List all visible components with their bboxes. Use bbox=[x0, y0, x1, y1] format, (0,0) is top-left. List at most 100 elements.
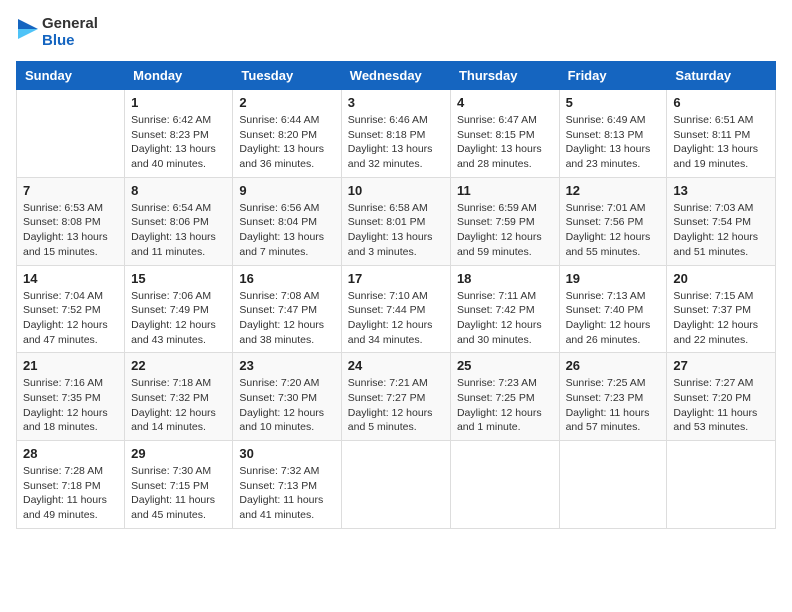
day-number: 15 bbox=[131, 271, 226, 286]
day-number: 10 bbox=[348, 183, 444, 198]
day-info: Sunrise: 7:32 AM Sunset: 7:13 PM Dayligh… bbox=[239, 464, 334, 523]
day-number: 23 bbox=[239, 358, 334, 373]
day-info: Sunrise: 7:18 AM Sunset: 7:32 PM Dayligh… bbox=[131, 376, 226, 435]
day-info: Sunrise: 6:42 AM Sunset: 8:23 PM Dayligh… bbox=[131, 113, 226, 172]
calendar-cell: 16Sunrise: 7:08 AM Sunset: 7:47 PM Dayli… bbox=[233, 265, 341, 353]
calendar-cell: 9 Sunrise: 6:56 AM Sunset: 8:04 PM Daylig… bbox=[233, 177, 341, 265]
day-number: 18 bbox=[457, 271, 553, 286]
calendar-body: 1 Sunrise: 6:42 AM Sunset: 8:23 PM Daylig… bbox=[17, 90, 776, 529]
calendar-cell: 27 Sunrise: 7:27 AM Sunset: 7:20 PM Dayli… bbox=[667, 353, 776, 441]
calendar-cell: 8Sunrise: 6:54 AM Sunset: 8:06 PM Daylig… bbox=[125, 177, 233, 265]
day-number: 30 bbox=[239, 446, 334, 461]
weekday-header-sunday: Sunday bbox=[17, 62, 125, 90]
calendar-cell: 4 Sunrise: 6:47 AM Sunset: 8:15 PM Daylig… bbox=[450, 90, 559, 178]
day-info: Sunrise: 6:59 AM Sunset: 7:59 PM Dayligh… bbox=[457, 201, 553, 260]
day-number: 7 bbox=[23, 183, 118, 198]
calendar-header: SundayMondayTuesdayWednesdayThursdayFrid… bbox=[17, 62, 776, 90]
day-number: 9 bbox=[239, 183, 334, 198]
day-number: 6 bbox=[673, 95, 769, 110]
day-number: 4 bbox=[457, 95, 553, 110]
day-info: Sunrise: 6:54 AM Sunset: 8:06 PM Dayligh… bbox=[131, 201, 226, 260]
day-number: 28 bbox=[23, 446, 118, 461]
day-number: 14 bbox=[23, 271, 118, 286]
day-number: 22 bbox=[131, 358, 226, 373]
week-row-2: 7 Sunrise: 6:53 AM Sunset: 8:08 PM Daylig… bbox=[17, 177, 776, 265]
calendar-cell: 10 Sunrise: 6:58 AM Sunset: 8:01 PM Dayli… bbox=[341, 177, 450, 265]
calendar-cell: 12 Sunrise: 7:01 AM Sunset: 7:56 PM Dayli… bbox=[559, 177, 667, 265]
weekday-header-row: SundayMondayTuesdayWednesdayThursdayFrid… bbox=[17, 62, 776, 90]
calendar-cell: 5 Sunrise: 6:49 AM Sunset: 8:13 PM Daylig… bbox=[559, 90, 667, 178]
weekday-header-thursday: Thursday bbox=[450, 62, 559, 90]
weekday-header-friday: Friday bbox=[559, 62, 667, 90]
calendar-cell: 3 Sunrise: 6:46 AM Sunset: 8:18 PM Daylig… bbox=[341, 90, 450, 178]
calendar-cell bbox=[450, 441, 559, 529]
day-info: Sunrise: 7:25 AM Sunset: 7:23 PM Dayligh… bbox=[566, 376, 661, 435]
page-header: GeneralBlue bbox=[16, 16, 776, 49]
day-info: Sunrise: 6:46 AM Sunset: 8:18 PM Dayligh… bbox=[348, 113, 444, 172]
calendar-cell bbox=[17, 90, 125, 178]
day-number: 16 bbox=[239, 271, 334, 286]
week-row-1: 1 Sunrise: 6:42 AM Sunset: 8:23 PM Daylig… bbox=[17, 90, 776, 178]
calendar-cell: 24 Sunrise: 7:21 AM Sunset: 7:27 PM Dayli… bbox=[341, 353, 450, 441]
day-info: Sunrise: 7:23 AM Sunset: 7:25 PM Dayligh… bbox=[457, 376, 553, 435]
calendar-cell: 22 Sunrise: 7:18 AM Sunset: 7:32 PM Dayli… bbox=[125, 353, 233, 441]
day-info: Sunrise: 7:01 AM Sunset: 7:56 PM Dayligh… bbox=[566, 201, 661, 260]
day-info: Sunrise: 7:30 AM Sunset: 7:15 PM Dayligh… bbox=[131, 464, 226, 523]
calendar-cell: 15 Sunrise: 7:06 AM Sunset: 7:49 PM Dayli… bbox=[125, 265, 233, 353]
day-info: Sunrise: 6:44 AM Sunset: 8:20 PM Dayligh… bbox=[239, 113, 334, 172]
day-number: 27 bbox=[673, 358, 769, 373]
day-info: Sunrise: 7:03 AM Sunset: 7:54 PM Dayligh… bbox=[673, 201, 769, 260]
day-number: 29 bbox=[131, 446, 226, 461]
logo-text: GeneralBlue bbox=[42, 16, 98, 49]
day-number: 20 bbox=[673, 271, 769, 286]
day-number: 1 bbox=[131, 95, 226, 110]
day-info: Sunrise: 7:10 AM Sunset: 7:44 PM Dayligh… bbox=[348, 289, 444, 348]
calendar-cell bbox=[667, 441, 776, 529]
day-number: 3 bbox=[348, 95, 444, 110]
day-info: Sunrise: 7:06 AM Sunset: 7:49 PM Dayligh… bbox=[131, 289, 226, 348]
week-row-5: 28 Sunrise: 7:28 AM Sunset: 7:18 PM Dayli… bbox=[17, 441, 776, 529]
calendar-cell bbox=[559, 441, 667, 529]
day-number: 13 bbox=[673, 183, 769, 198]
calendar-cell: 26 Sunrise: 7:25 AM Sunset: 7:23 PM Dayli… bbox=[559, 353, 667, 441]
day-info: Sunrise: 7:28 AM Sunset: 7:18 PM Dayligh… bbox=[23, 464, 118, 523]
day-info: Sunrise: 6:53 AM Sunset: 8:08 PM Dayligh… bbox=[23, 201, 118, 260]
calendar-cell: 13 Sunrise: 7:03 AM Sunset: 7:54 PM Dayli… bbox=[667, 177, 776, 265]
day-number: 17 bbox=[348, 271, 444, 286]
calendar-cell: 17 Sunrise: 7:10 AM Sunset: 7:44 PM Dayli… bbox=[341, 265, 450, 353]
day-info: Sunrise: 7:16 AM Sunset: 7:35 PM Dayligh… bbox=[23, 376, 118, 435]
calendar-cell: 25 Sunrise: 7:23 AM Sunset: 7:25 PM Dayli… bbox=[450, 353, 559, 441]
day-info: Sunrise: 6:47 AM Sunset: 8:15 PM Dayligh… bbox=[457, 113, 553, 172]
day-info: Sunrise: 6:49 AM Sunset: 8:13 PM Dayligh… bbox=[566, 113, 661, 172]
day-info: Sunrise: 7:13 AM Sunset: 7:40 PM Dayligh… bbox=[566, 289, 661, 348]
day-number: 26 bbox=[566, 358, 661, 373]
weekday-header-tuesday: Tuesday bbox=[233, 62, 341, 90]
day-number: 11 bbox=[457, 183, 553, 198]
day-number: 2 bbox=[239, 95, 334, 110]
day-number: 21 bbox=[23, 358, 118, 373]
calendar-cell: 11 Sunrise: 6:59 AM Sunset: 7:59 PM Dayli… bbox=[450, 177, 559, 265]
day-info: Sunrise: 6:56 AM Sunset: 8:04 PM Dayligh… bbox=[239, 201, 334, 260]
day-info: Sunrise: 7:20 AM Sunset: 7:30 PM Dayligh… bbox=[239, 376, 334, 435]
day-info: Sunrise: 7:21 AM Sunset: 7:27 PM Dayligh… bbox=[348, 376, 444, 435]
calendar-cell: 28 Sunrise: 7:28 AM Sunset: 7:18 PM Dayli… bbox=[17, 441, 125, 529]
day-info: Sunrise: 7:04 AM Sunset: 7:52 PM Dayligh… bbox=[23, 289, 118, 348]
calendar-cell: 7 Sunrise: 6:53 AM Sunset: 8:08 PM Daylig… bbox=[17, 177, 125, 265]
calendar-cell: 6Sunrise: 6:51 AM Sunset: 8:11 PM Daylig… bbox=[667, 90, 776, 178]
week-row-4: 21 Sunrise: 7:16 AM Sunset: 7:35 PM Dayli… bbox=[17, 353, 776, 441]
calendar-cell: 1 Sunrise: 6:42 AM Sunset: 8:23 PM Daylig… bbox=[125, 90, 233, 178]
day-number: 25 bbox=[457, 358, 553, 373]
calendar-cell: 2 Sunrise: 6:44 AM Sunset: 8:20 PM Daylig… bbox=[233, 90, 341, 178]
calendar-cell: 18Sunrise: 7:11 AM Sunset: 7:42 PM Dayli… bbox=[450, 265, 559, 353]
calendar-cell: 29 Sunrise: 7:30 AM Sunset: 7:15 PM Dayli… bbox=[125, 441, 233, 529]
calendar-cell: 20 Sunrise: 7:15 AM Sunset: 7:37 PM Dayli… bbox=[667, 265, 776, 353]
calendar-cell: 21 Sunrise: 7:16 AM Sunset: 7:35 PM Dayli… bbox=[17, 353, 125, 441]
week-row-3: 14 Sunrise: 7:04 AM Sunset: 7:52 PM Dayli… bbox=[17, 265, 776, 353]
day-info: Sunrise: 7:27 AM Sunset: 7:20 PM Dayligh… bbox=[673, 376, 769, 435]
day-info: Sunrise: 6:58 AM Sunset: 8:01 PM Dayligh… bbox=[348, 201, 444, 260]
day-number: 12 bbox=[566, 183, 661, 198]
day-number: 24 bbox=[348, 358, 444, 373]
day-info: Sunrise: 7:15 AM Sunset: 7:37 PM Dayligh… bbox=[673, 289, 769, 348]
calendar-cell bbox=[341, 441, 450, 529]
day-number: 5 bbox=[566, 95, 661, 110]
